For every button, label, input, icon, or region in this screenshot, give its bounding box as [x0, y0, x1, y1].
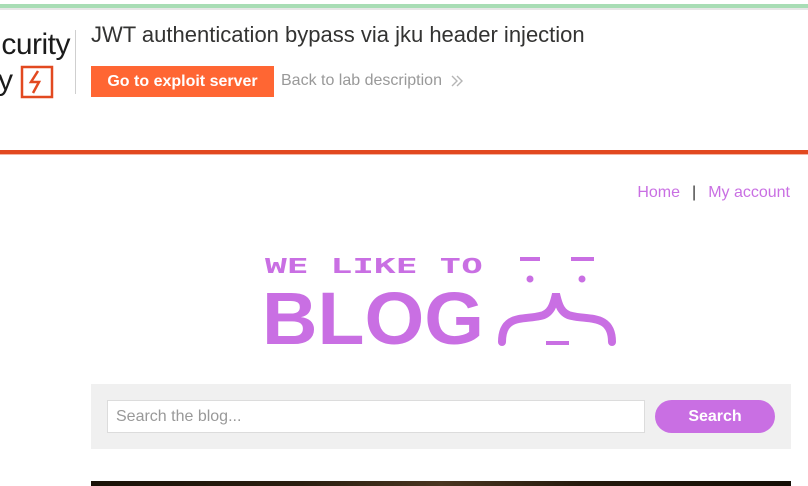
nav-my-account-link[interactable]: My account: [708, 184, 790, 202]
academy-logo[interactable]: curity y: [0, 28, 72, 104]
top-bar: [0, 0, 808, 10]
nav-home-link[interactable]: Home: [637, 184, 680, 202]
blog-hero-banner: WE LIKE TO BLOG: [262, 254, 616, 349]
top-nav: Home | My account: [637, 184, 790, 202]
search-button[interactable]: Search: [655, 400, 775, 433]
exploit-server-button[interactable]: Go to exploit server: [91, 66, 274, 97]
search-input[interactable]: [107, 400, 645, 433]
hero-tagline: WE LIKE TO: [265, 254, 483, 278]
header-divider: [75, 30, 76, 94]
hero-face-icon: [498, 257, 616, 346]
back-to-lab-link[interactable]: Back to lab description: [281, 72, 464, 90]
back-to-lab-label: Back to lab description: [281, 72, 442, 89]
nav-separator: |: [692, 184, 697, 201]
logo-bolt-icon: [20, 65, 54, 99]
logo-text-line2: y: [0, 64, 13, 97]
header-rule: [0, 150, 808, 155]
blog-post-image[interactable]: [91, 481, 791, 486]
logo-text-line1: curity: [1, 28, 70, 61]
top-bar-divider: [0, 8, 808, 10]
double-chevron-right-icon: [451, 75, 463, 87]
lab-title: JWT authentication bypass via jku header…: [91, 22, 585, 47]
search-panel: Search: [91, 384, 791, 449]
hero-blog-word: BLOG: [262, 277, 484, 349]
